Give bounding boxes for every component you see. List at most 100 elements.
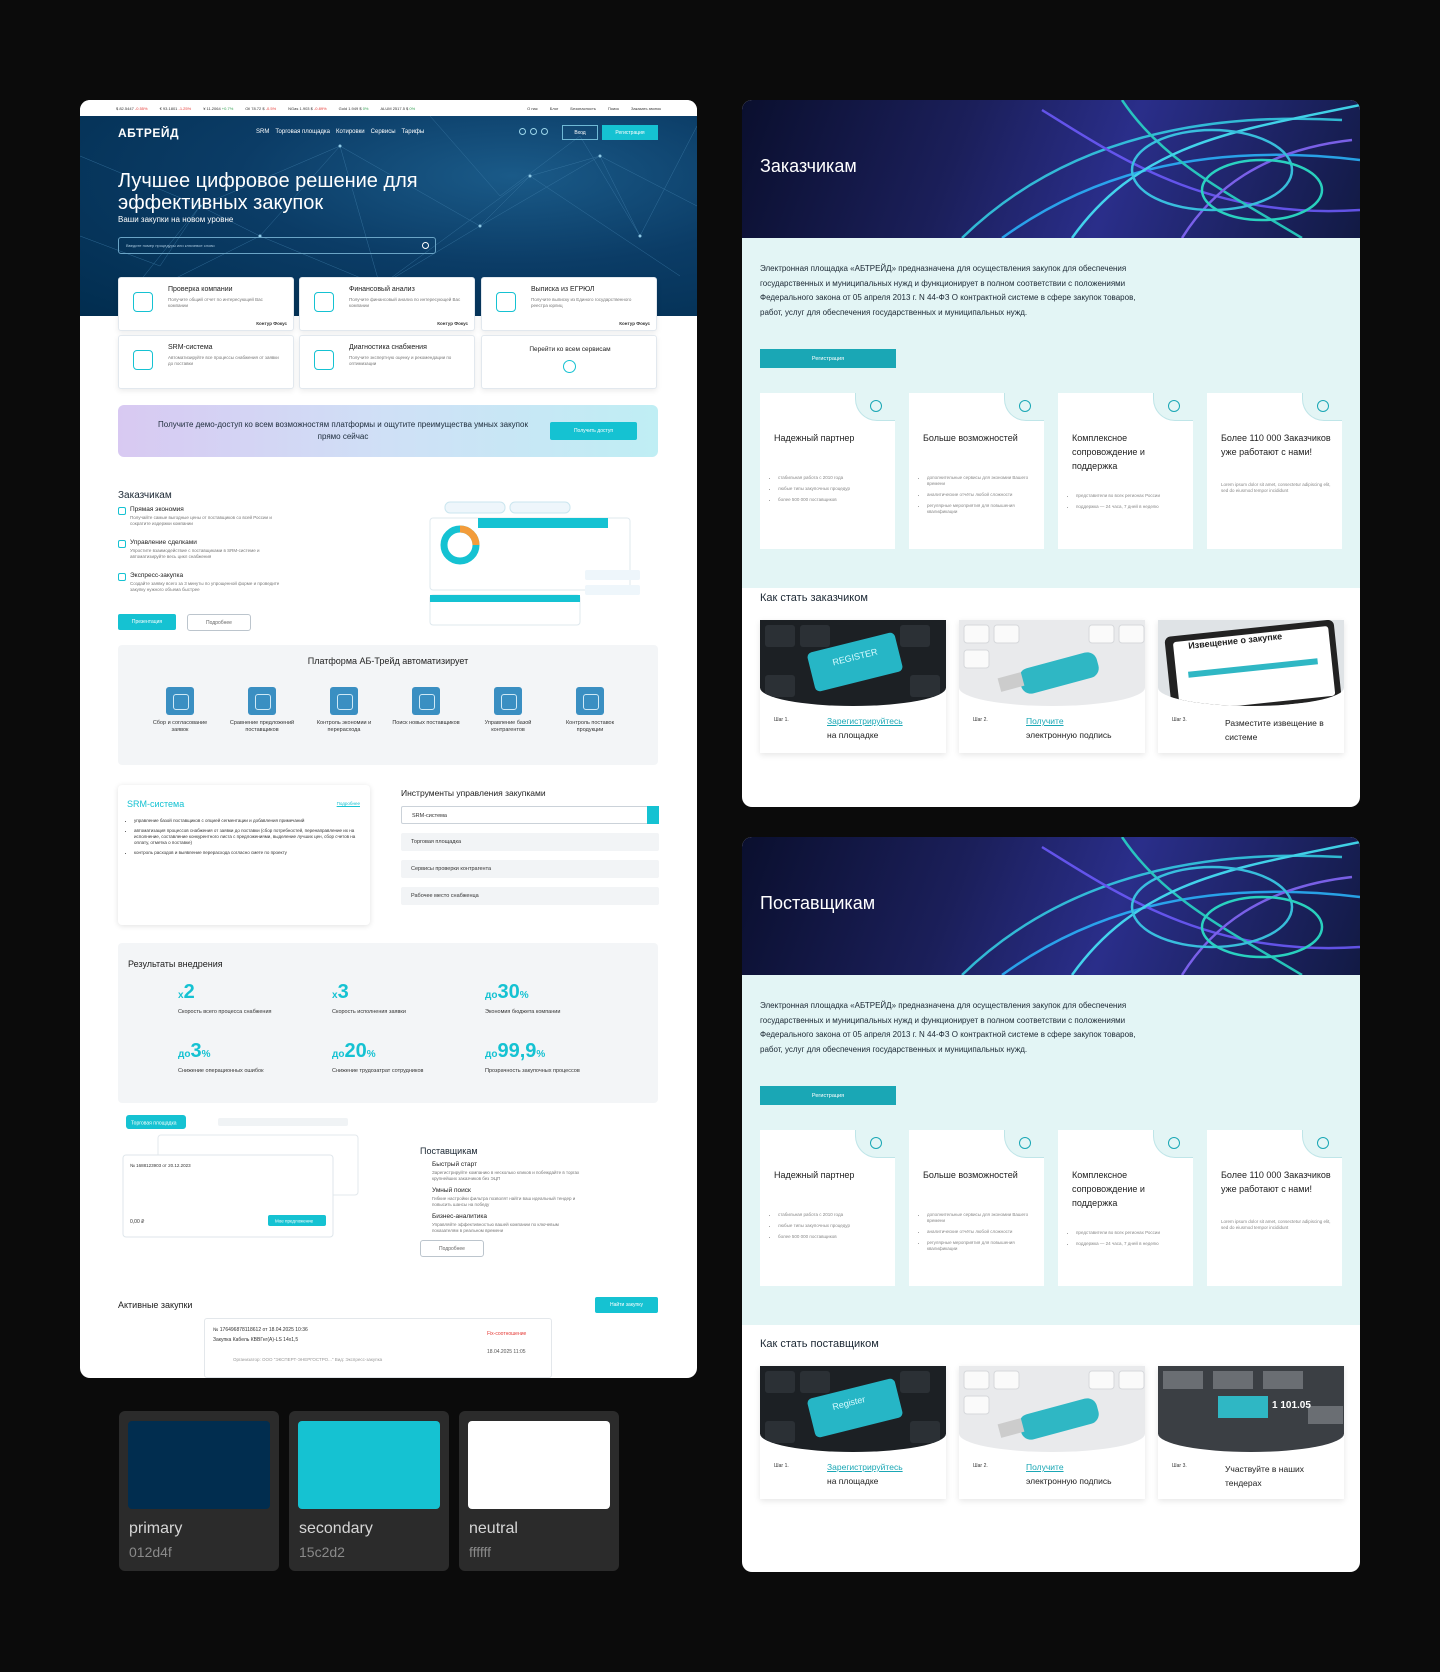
service-card[interactable]: SRM-система Автоматизируйте все процессы … bbox=[118, 335, 294, 389]
feature-desc: Гибкие настройки фильтра позволят найти … bbox=[432, 1196, 576, 1207]
nav-item[interactable]: Тарифы bbox=[402, 129, 425, 135]
swatch-hex: ffffff bbox=[469, 1544, 492, 1560]
service-title: Финансовый анализ bbox=[349, 286, 415, 293]
step-text: электронную подпись bbox=[1026, 730, 1112, 740]
presentation-button[interactable]: Презентация bbox=[118, 614, 176, 630]
platform-item-label: Контроль экономии и перерасхода bbox=[316, 720, 372, 733]
panel-register-button[interactable]: Регистрация bbox=[760, 349, 896, 368]
more-button[interactable]: Подробнее bbox=[187, 614, 251, 631]
step-number: Шаг 1. bbox=[774, 717, 789, 723]
benefit-text: Lorem ipsum dolor sit amet, consectetur … bbox=[1221, 482, 1331, 493]
search-icon[interactable] bbox=[422, 242, 429, 249]
suppliers-more-button[interactable]: Подробнее bbox=[420, 1240, 484, 1257]
srm-more-link[interactable]: Подробнее bbox=[337, 801, 360, 806]
service-desc: Получите финансовый анализ по интересующ… bbox=[349, 297, 461, 308]
benefit-list: представители во всех регионах России под… bbox=[1076, 1230, 1184, 1252]
feature-desc: Получайте самые выгодные цены от поставщ… bbox=[130, 515, 272, 526]
ticker-value: ¥ 11.2064 bbox=[203, 105, 222, 111]
step-number: Шаг 2. bbox=[973, 1463, 988, 1469]
login-button[interactable]: Вход bbox=[562, 125, 598, 140]
top-link[interactable]: Поиск bbox=[608, 106, 619, 111]
benefit-heading: Более 110 000 Заказчиков уже работают с … bbox=[1221, 433, 1331, 457]
benefit-heading: Комплексное сопровождение и поддержка bbox=[1072, 433, 1145, 471]
step-link[interactable]: Получите bbox=[1026, 1462, 1064, 1472]
tools-heading: Инструменты управления закупками bbox=[401, 788, 546, 798]
step-link[interactable]: Получите bbox=[1026, 716, 1064, 726]
tool-row[interactable]: Сервисы проверки контрагента bbox=[401, 860, 659, 878]
result-metric: x3 Скорость исполнения заявки bbox=[332, 981, 462, 1016]
result-metric: до30% Экономия бюджета компании bbox=[485, 981, 615, 1016]
user-icon[interactable] bbox=[519, 128, 526, 135]
benefit-list: стабильная работа с 2010 года любые типы … bbox=[778, 1212, 886, 1245]
feature-title: Бизнес-аналитика bbox=[432, 1213, 487, 1220]
top-link[interactable]: Блог bbox=[550, 106, 559, 111]
feature-desc: Создайте заявку всего за 3 минуты по упр… bbox=[130, 581, 280, 592]
step-text: Участвуйте в наших тендерах bbox=[1225, 1464, 1305, 1488]
benefit-card: Надежный партнер стабильная работа с 2010… bbox=[760, 393, 895, 549]
top-link[interactable]: О нас bbox=[527, 106, 538, 111]
benefit-list: стабильная работа с 2010 года любые типы … bbox=[778, 475, 886, 508]
nav-item[interactable]: Котировки bbox=[336, 129, 365, 135]
panel-description: Электронная площадка «АБТРЕЙД» предназна… bbox=[760, 1001, 1136, 1054]
benefit-item: дополнительные сервисы для экономии Ваше… bbox=[927, 475, 1035, 487]
panel-title: Заказчикам bbox=[760, 156, 857, 176]
all-services-link[interactable]: Перейти ко всем сервисам bbox=[482, 346, 658, 353]
price-image-text: 1 101.05 bbox=[1272, 1400, 1311, 1411]
top-link[interactable]: Безопасность bbox=[570, 106, 596, 111]
nav-item[interactable]: Сервисы bbox=[371, 129, 396, 135]
benefit-list: дополнительные сервисы для экономии Ваше… bbox=[927, 475, 1035, 520]
register-button[interactable]: Регистрация bbox=[602, 125, 658, 140]
active-date: 18.04.2025 11:05 bbox=[487, 1349, 526, 1355]
get-access-button[interactable]: Получить доступ bbox=[550, 422, 637, 440]
top-link[interactable]: Заказать звонок bbox=[631, 106, 661, 111]
result-value: до3% bbox=[178, 1040, 211, 1062]
ticker-change: -0.5% bbox=[265, 105, 277, 111]
active-purchase-card[interactable]: № 176496878118612 от 18.04.2025 10:36 За… bbox=[204, 1318, 552, 1378]
srm-title: SRM-система bbox=[127, 799, 185, 809]
search-input[interactable]: Введите номер процедуры или ключевое сло… bbox=[118, 237, 436, 254]
step-link[interactable]: Зарегистрируйтесь bbox=[827, 1462, 903, 1472]
step-text: на площадке bbox=[827, 730, 879, 740]
header-icons bbox=[519, 128, 548, 135]
nav-item[interactable]: Торговая площадка bbox=[275, 129, 330, 135]
help-icon[interactable] bbox=[530, 128, 537, 135]
service-card[interactable]: Финансовый анализ Получите финансовый ана… bbox=[299, 277, 475, 331]
tool-row[interactable]: SRM-система bbox=[401, 806, 659, 824]
service-card[interactable]: Перейти ко всем сервисам bbox=[481, 335, 657, 389]
service-icon bbox=[133, 292, 153, 312]
platform-automation-block: Платформа АБ-Трейд автоматизирует Сбор и… bbox=[118, 645, 658, 765]
arrow-right-icon[interactable] bbox=[563, 360, 576, 373]
feature-title: Умный поиск bbox=[432, 1187, 471, 1194]
service-card[interactable]: Выписка из ЕГРЮЛ Получите выписку из Един… bbox=[481, 277, 657, 331]
platform-item: Контроль поставок продукции bbox=[555, 687, 625, 734]
step-link[interactable]: Зарегистрируйтесь bbox=[827, 716, 903, 726]
benefit-item: поддержка — 24 часа, 7 дней в неделю bbox=[1076, 504, 1184, 510]
service-icon bbox=[496, 292, 516, 312]
swatch-hex: 15c2d2 bbox=[299, 1544, 345, 1560]
step-number: Шаг 3. bbox=[1172, 717, 1187, 723]
benefit-card: Комплексное сопровождение и поддержка пре… bbox=[1058, 1130, 1193, 1286]
customers-heading: Заказчикам bbox=[118, 490, 172, 501]
benefit-heading: Больше возможностей bbox=[923, 1170, 1018, 1180]
audience-panel: Заказчикам Электронная площадка «АБТРЕЙД»… bbox=[742, 100, 1360, 807]
mock-lot-number: № 1688123903 от 20.12.2023 bbox=[130, 1163, 191, 1168]
tool-row[interactable]: Рабочее место снабженца bbox=[401, 887, 659, 905]
tool-row[interactable]: Торговая площадка bbox=[401, 833, 659, 851]
benefit-card: Больше возможностей дополнительные сервис… bbox=[909, 393, 1044, 549]
benefit-card: Более 110 000 Заказчиков уже работают с … bbox=[1207, 1130, 1342, 1286]
find-purchase-button[interactable]: Найти закупку bbox=[595, 1297, 658, 1313]
service-card[interactable]: Диагностика снабжения Получите экспертную… bbox=[299, 335, 475, 389]
nav-item[interactable]: SRM bbox=[256, 129, 269, 135]
result-value: до20% bbox=[332, 1040, 376, 1062]
result-metric: до3% Снижение операционных ошибок bbox=[178, 1040, 308, 1075]
platform-item: Управление базой контрагентов bbox=[473, 687, 543, 734]
active-purchases-heading: Активные закупки bbox=[118, 1300, 193, 1310]
panel-register-button[interactable]: Регистрация bbox=[760, 1086, 896, 1105]
step-card: REGISTER Шаг 1. Зарегистрируйтесь на площад… bbox=[760, 620, 946, 753]
logo[interactable]: АБТРЕЙД bbox=[118, 126, 179, 140]
service-card[interactable]: Проверка компании Получите общий отчет по… bbox=[118, 277, 294, 331]
benefit-item: стабильная работа с 2010 года bbox=[778, 475, 886, 481]
ticker-item: ¥ 11.2064 +0.7% bbox=[203, 106, 233, 111]
whatsapp-icon[interactable] bbox=[541, 128, 548, 135]
result-label: Прозрачность закупочных процессов bbox=[485, 1068, 580, 1074]
